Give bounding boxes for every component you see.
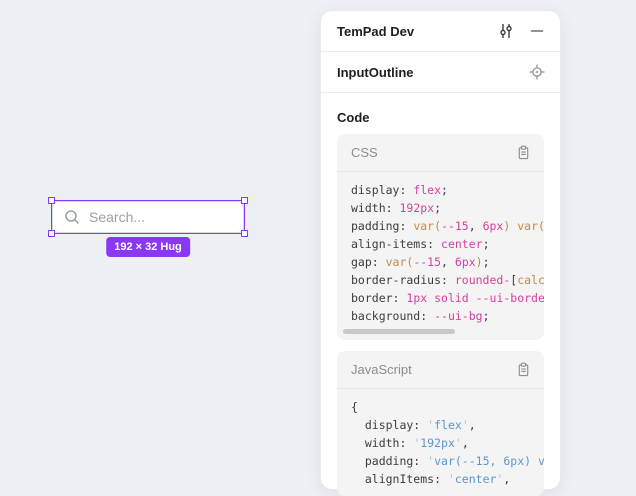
code-line: width: 192px;: [351, 199, 544, 217]
selection-handle-bottom-left[interactable]: [48, 230, 55, 237]
code-line: border: 1px solid --ui-border-: [351, 289, 544, 307]
javascript-card-label: JavaScript: [351, 362, 412, 377]
tempad-dev-panel: TemPad Dev InputOutline: [320, 10, 561, 490]
css-code[interactable]: display: flex;width: 192px;padding: var(…: [337, 172, 544, 327]
minimize-icon[interactable]: [528, 22, 546, 40]
selection-handle-top-left[interactable]: [48, 197, 55, 204]
code-line: display: flex;: [351, 181, 544, 199]
css-card-label: CSS: [351, 145, 378, 160]
size-badge: 192 × 32 Hug: [106, 237, 190, 257]
code-section-label: Code: [337, 110, 544, 125]
code-line: gap: var(--15, 6px);: [351, 253, 544, 271]
clipboard-copy-icon[interactable]: [514, 144, 532, 162]
javascript-card-header: JavaScript: [337, 351, 544, 389]
clipboard-copy-icon[interactable]: [514, 361, 532, 379]
javascript-code[interactable]: { display: 'flex', width: '192px', paddi…: [337, 389, 544, 496]
code-line: border-radius: rounded-[calc(var: [351, 271, 544, 289]
code-line: display: 'flex',: [351, 416, 544, 434]
code-line: {: [351, 398, 544, 416]
code-line: padding: var(--15, 6px) var(--15: [351, 217, 544, 235]
search-icon: [63, 208, 81, 226]
settings-sliders-icon[interactable]: [497, 22, 515, 40]
code-line: alignItems: 'center',: [351, 470, 544, 488]
css-card-header: CSS: [337, 134, 544, 172]
selection-handle-bottom-right[interactable]: [241, 230, 248, 237]
panel-header: TemPad Dev: [321, 11, 560, 52]
selected-node-row: InputOutline: [321, 52, 560, 93]
selected-node-name: InputOutline: [337, 65, 414, 80]
selection-handle-top-right[interactable]: [241, 197, 248, 204]
javascript-code-card: JavaScript { display: 'flex', width: '19…: [337, 351, 544, 496]
horizontal-scrollbar: [343, 329, 544, 334]
code-line: width: '192px',: [351, 434, 544, 452]
search-placeholder-text: Search...: [89, 209, 145, 225]
css-code-card: CSS display: flex;width: 192px;padding: …: [337, 134, 544, 340]
code-line: align-items: center;: [351, 235, 544, 253]
code-line: background: --ui-bg;: [351, 307, 544, 325]
scrollbar-thumb[interactable]: [343, 329, 455, 334]
panel-title: TemPad Dev: [337, 24, 414, 39]
code-line: padding: 'var(--15, 6px) var: [351, 452, 544, 470]
target-locate-icon[interactable]: [528, 63, 546, 81]
search-input-component[interactable]: Search...: [52, 201, 244, 233]
